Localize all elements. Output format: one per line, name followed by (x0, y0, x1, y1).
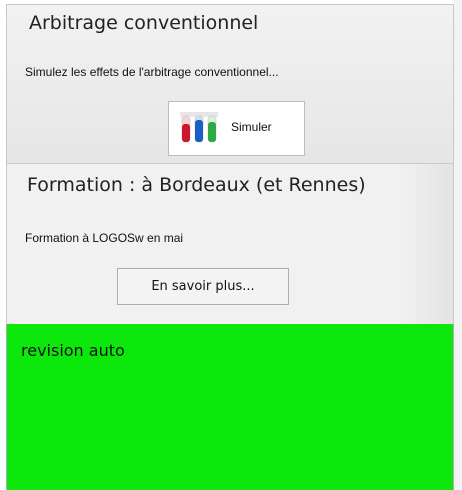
window: Arbitrage conventionnel Simulez les effe… (0, 0, 462, 490)
arbitrage-title: Arbitrage conventionnel (29, 12, 259, 34)
formation-title: Formation : à Bordeaux (et Rennes) (27, 174, 366, 196)
revision-title: revision auto (21, 341, 125, 360)
simuler-label: Simuler (231, 120, 272, 134)
learn-more-button[interactable]: En savoir plus... (117, 268, 289, 305)
scroll-gutter (454, 0, 462, 490)
simuler-button[interactable]: Simuler (168, 101, 305, 156)
arbitrage-panel: Arbitrage conventionnel Simulez les effe… (6, 4, 454, 164)
revision-panel: revision auto (6, 324, 454, 490)
formation-description: Formation à LOGOSw en mai (25, 231, 184, 245)
formation-panel: Formation : à Bordeaux (et Rennes) Forma… (6, 164, 454, 324)
arbitrage-description: Simulez les effets de l'arbitrage conven… (25, 65, 279, 79)
test-tubes-icon (178, 110, 220, 152)
